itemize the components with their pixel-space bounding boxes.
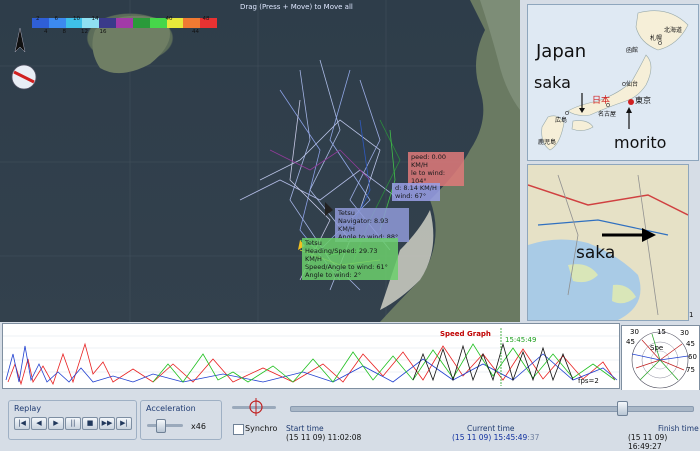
regional-detail-map: saka [527,164,689,321]
skip-to-start-button[interactable]: |◀ [14,417,30,430]
boat-label-line: Angle to wind: 2° [305,271,362,279]
pause-button[interactable]: || [65,417,81,430]
stop-button[interactable]: ■ [82,417,98,430]
speed-scale-label: 8 [62,29,67,35]
replay-title: Replay [14,404,42,413]
current-time-fraction: :37 [527,433,540,442]
speed-color-scale: 2 6 10 14 40 48 4 8 12 16 44 [32,14,237,36]
morito-label: morito [614,133,667,152]
current-time-main: (15 11 09) 15:45:49 [452,433,528,442]
compass-label: Spe [650,344,664,352]
north-arrow-icon [14,27,26,53]
timeline-slider-track[interactable] [290,406,694,412]
play-button[interactable]: ▶ [48,417,64,430]
fps-readout: fps=2 [578,377,599,385]
kagoshima-label: 鹿児島 [538,139,557,146]
compass-label: 45 [626,338,635,346]
tokyo-label: 東京 [635,96,651,105]
speed-scale-label: 2 [36,16,40,22]
graph-time-marker: 15:45:49 [505,336,537,344]
compass-label: 30 [630,328,639,336]
speed-scale-label: 48 [202,16,210,22]
speed-scale-label: 40 [165,16,173,22]
start-time-label: Start time [286,424,324,433]
current-time-label: Current time [467,424,515,433]
speed-scale-label: 16 [99,29,107,35]
synchro-label: Synchro [245,424,278,433]
boat-info-label[interactable]: peed: 0.00 KM/H le to wind: 104° [408,152,464,186]
start-time-value: (15 11 09) 11:02:08 [286,433,362,442]
boat-info-label[interactable]: d: 8.14 KM/H wind: 67° [392,183,440,201]
drag-hint: Drag (Press + Move) to Move all [240,3,353,11]
graph-title: Speed Graph [440,330,491,338]
satellite-map[interactable]: Drag (Press + Move) to Move all 2 6 10 14 40… [0,0,520,322]
speed-scale-label: 6 [54,16,59,22]
speed-scale-label: 10 [73,16,80,22]
boat-info-label[interactable]: Tetsu Navigator: 8.93 KM/H Angle to wind: … [335,208,409,242]
boat-label-line: peed: 0.00 KM/H [411,153,446,169]
sapporo-label: 札幌 [650,35,663,42]
finish-time-label: Finish time [658,424,699,433]
compass-label: 30 [680,329,689,337]
acceleration-value: x46 [191,422,206,431]
compass-label: 15 [657,328,666,336]
speed-scale-label: 12 [81,29,88,35]
boat-label-line: d: 8.14 KM/H [395,184,437,192]
nagoya-label: 名古屋 [598,111,617,118]
speed-scale-label: 14 [91,16,99,22]
speed-graph[interactable] [2,323,620,389]
step-back-button[interactable]: ◀ [31,417,47,430]
japan-overview-map: Japan saka morito 日本 東京 北海道 札幌 函館 仙台 広島 … [527,4,699,161]
nihon-label: 日本 [592,96,611,106]
time-window-slider-thumb[interactable] [248,398,264,416]
japan-label: Japan [536,41,587,62]
detail-saka-label: saka [576,243,616,263]
current-time-value: (15 11 09) 15:45:49:37 [452,433,539,442]
speed-scale-label: 44 [192,29,199,35]
hakodate-label: 函館 [626,47,639,54]
boat-label-line: Tetsu [305,239,322,247]
fast-forward-button[interactable]: ▶▶ [99,417,115,430]
boat-label-line: wind: 67° [395,192,427,200]
sendai-label: 仙台 [626,81,639,88]
hokkaido-label: 北海道 [664,27,683,34]
hiroshima-label: 広島 [555,117,568,124]
timeline-slider-thumb[interactable] [617,401,628,416]
synchro-checkbox[interactable] [233,424,244,435]
saka-label: saka [534,73,571,92]
finish-time-value: (15 11 09) 16:49:27 [628,433,668,451]
boat-label-line: Tetsu [338,209,355,217]
compass-label: 75 [686,366,695,374]
boat-label-line: Speed/Angle to wind: 61° [305,263,388,271]
acceleration-title: Acceleration [146,404,196,413]
boat-label-line: Navigator: 8.93 KM/H [338,217,389,233]
slider-target-icon [249,398,263,416]
boat-label-line: Heading/Speed: 29.73 KM/H [305,247,378,263]
skip-to-end-button[interactable]: ▶| [116,417,132,430]
boat-info-label[interactable]: Tetsu Heading/Speed: 29.73 KM/H Speed/Angl… [302,238,398,280]
page-number: 1 [689,311,694,319]
compass-label: 45 [686,340,695,348]
polar-speed-rose: 30 15 30 45 60 75 45 Spe [621,325,700,391]
compass-label: 60 [688,353,697,361]
speed-scale-label: 4 [44,29,48,35]
acceleration-slider-thumb[interactable] [156,419,166,433]
